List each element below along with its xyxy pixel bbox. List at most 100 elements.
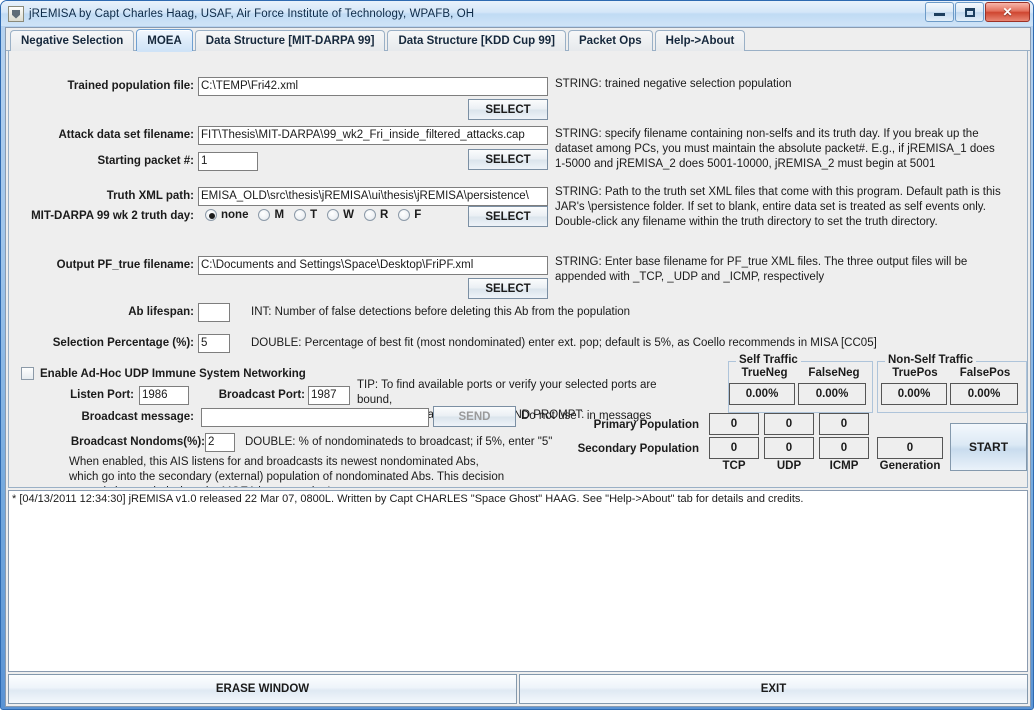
enable-udp-networking-label: Enable Ad-Hoc UDP Immune System Networki… xyxy=(40,367,306,380)
tab-data-structure-kdd-cup[interactable]: Data Structure [KDD Cup 99] xyxy=(387,30,567,51)
tab-moea[interactable]: MOEA xyxy=(136,29,193,52)
truth-day-radio-group: none M T W R F xyxy=(205,209,431,221)
output-pf-select-button[interactable]: SELECT xyxy=(468,278,548,299)
radio-icon xyxy=(205,209,217,221)
tab-packet-ops[interactable]: Packet Ops xyxy=(568,30,653,51)
listen-port-label: Listen Port: xyxy=(70,389,134,401)
enable-udp-networking-checkbox[interactable]: Enable Ad-Hoc UDP Immune System Networki… xyxy=(21,367,306,380)
broadcast-message-input[interactable] xyxy=(201,408,429,427)
truth-xml-description: STRING: Path to the truth set XML files … xyxy=(555,186,1001,228)
send-button[interactable]: SEND xyxy=(433,406,516,427)
protocol-column-udp: UDP xyxy=(776,460,802,472)
truth-xml-input[interactable]: EMISA_OLD\src\thesis\jREMISA\ui\thesis\j… xyxy=(198,187,548,206)
radio-icon xyxy=(398,209,411,221)
truth-day-option-m[interactable]: M xyxy=(258,209,284,221)
truth-day-option-w[interactable]: W xyxy=(327,209,354,221)
selection-percentage-input[interactable]: 5 xyxy=(198,334,230,353)
truth-day-option-label: W xyxy=(343,209,354,221)
trained-population-input[interactable]: C:\TEMP\Fri42.xml xyxy=(198,77,548,96)
self-traffic-column-trueneg: TrueNeg xyxy=(741,367,788,379)
self-traffic-title: Self Traffic xyxy=(736,354,801,366)
primary-population-icmp: 0 xyxy=(819,413,869,435)
maximize-icon xyxy=(956,3,983,21)
truth-day-option-label: M xyxy=(274,209,285,221)
radio-icon xyxy=(363,209,376,221)
log-output[interactable]: * [04/13/2011 12:34:30] jREMISA v1.0 rel… xyxy=(8,490,1028,672)
starting-packet-input[interactable]: 1 xyxy=(198,152,258,171)
tab-strip: Negative Selection MOEA Data Structure [… xyxy=(6,28,1030,52)
nonself-traffic-value-falsepos: 0.00% xyxy=(950,383,1018,405)
maximize-button[interactable] xyxy=(955,2,984,22)
attack-data-input[interactable]: FIT\Thesis\MIT-DARPA\99_wk2_Fri_inside_f… xyxy=(198,126,548,145)
truth-day-option-t[interactable]: T xyxy=(294,209,317,221)
self-traffic-value-trueneg: 0.00% xyxy=(729,383,795,405)
attack-data-select-button[interactable]: SELECT xyxy=(468,149,548,170)
footer-bar: ERASE WINDOW EXIT xyxy=(8,674,1028,704)
generation-label: Generation xyxy=(879,460,941,472)
output-pf-description: STRING: Enter base filename for PF_true … xyxy=(555,256,968,283)
moea-panel: Trained population file: C:\TEMP\Fri42.x… xyxy=(8,51,1028,488)
protocol-column-icmp: ICMP xyxy=(829,460,859,472)
tab-help-about[interactable]: Help->About xyxy=(654,30,746,51)
app-icon xyxy=(8,5,24,22)
trained-population-select-button[interactable]: SELECT xyxy=(468,99,548,120)
primary-population-tcp: 0 xyxy=(709,413,759,435)
secondary-population-udp: 0 xyxy=(764,437,814,459)
radio-icon xyxy=(258,209,271,221)
tab-data-structure-mit-darpa[interactable]: Data Structure [MIT-DARPA 99] xyxy=(194,30,386,51)
erase-window-button[interactable]: ERASE WINDOW xyxy=(8,674,517,704)
generation-value: 0 xyxy=(877,437,943,459)
selection-percentage-label: Selection Percentage (%): xyxy=(52,337,194,349)
output-pf-input[interactable]: C:\Documents and Settings\Space\Desktop\… xyxy=(198,256,548,275)
selection-percentage-description: DOUBLE: Percentage of best fit (most non… xyxy=(251,337,877,349)
trained-population-description: STRING: trained negative selection popul… xyxy=(555,78,792,90)
broadcast-message-label: Broadcast message: xyxy=(81,411,195,423)
broadcast-nondoms-input[interactable]: 2 xyxy=(205,433,235,452)
close-button[interactable]: ✕ xyxy=(985,2,1030,22)
ab-lifespan-label: Ab lifespan: xyxy=(128,306,194,318)
self-traffic-column-falseneg: FalseNeg xyxy=(808,367,860,379)
checkbox-icon xyxy=(21,367,34,380)
tab-negative-selection[interactable]: Negative Selection xyxy=(10,30,135,51)
nonself-traffic-value-truepos: 0.00% xyxy=(881,383,947,405)
window-title: jREMISA by Capt Charles Haag, USAF, Air … xyxy=(29,7,475,20)
start-button[interactable]: START xyxy=(950,423,1027,471)
truth-day-option-label: none xyxy=(221,209,249,221)
application-window: jREMISA by Capt Charles Haag, USAF, Air … xyxy=(0,0,1034,710)
exit-button[interactable]: EXIT xyxy=(519,674,1028,704)
nonself-traffic-column-falsepos: FalsePos xyxy=(959,367,1011,379)
radio-icon xyxy=(294,209,307,221)
title-bar: jREMISA by Capt Charles Haag, USAF, Air … xyxy=(1,1,1033,26)
secondary-population-tcp: 0 xyxy=(709,437,759,459)
secondary-population-label: Secondary Population xyxy=(577,443,699,455)
truth-xml-select-button[interactable]: SELECT xyxy=(468,206,548,227)
radio-icon xyxy=(327,209,340,221)
broadcast-nondoms-label: Broadcast Nondoms(%): xyxy=(70,436,205,448)
attack-data-label: Attack data set filename: xyxy=(58,129,195,141)
ab-lifespan-input[interactable] xyxy=(198,303,230,322)
self-traffic-value-falseneg: 0.00% xyxy=(798,383,866,405)
trained-population-label: Trained population file: xyxy=(67,80,195,92)
primary-population-udp: 0 xyxy=(764,413,814,435)
truth-day-option-r[interactable]: R xyxy=(363,209,389,221)
truth-day-option-label: F xyxy=(414,209,422,221)
ab-lifespan-description: INT: Number of false detections before d… xyxy=(251,306,631,318)
truth-day-label: MIT-DARPA 99 wk 2 truth day: xyxy=(31,210,194,222)
minimize-icon xyxy=(926,3,953,21)
listen-port-input[interactable]: 1986 xyxy=(139,386,189,405)
protocol-column-tcp: TCP xyxy=(722,460,746,472)
truth-day-option-none[interactable]: none xyxy=(205,209,248,221)
truth-day-option-f[interactable]: F xyxy=(398,209,421,221)
truth-day-option-label: R xyxy=(379,209,389,221)
client-area: Negative Selection MOEA Data Structure [… xyxy=(5,27,1031,707)
starting-packet-label: Starting packet #: xyxy=(97,155,195,167)
truth-xml-label: Truth XML path: xyxy=(106,190,194,202)
broadcast-port-label: Broadcast Port: xyxy=(218,389,305,401)
minimize-button[interactable] xyxy=(925,2,954,22)
nonself-traffic-column-truepos: TruePos xyxy=(892,367,938,379)
truth-day-option-label: T xyxy=(310,209,318,221)
log-line: * [04/13/2011 12:34:30] jREMISA v1.0 rel… xyxy=(12,493,804,505)
broadcast-port-input[interactable]: 1987 xyxy=(308,386,350,405)
close-icon: ✕ xyxy=(1002,5,1013,19)
attack-data-description: STRING: specify filename containing non-… xyxy=(555,128,995,170)
